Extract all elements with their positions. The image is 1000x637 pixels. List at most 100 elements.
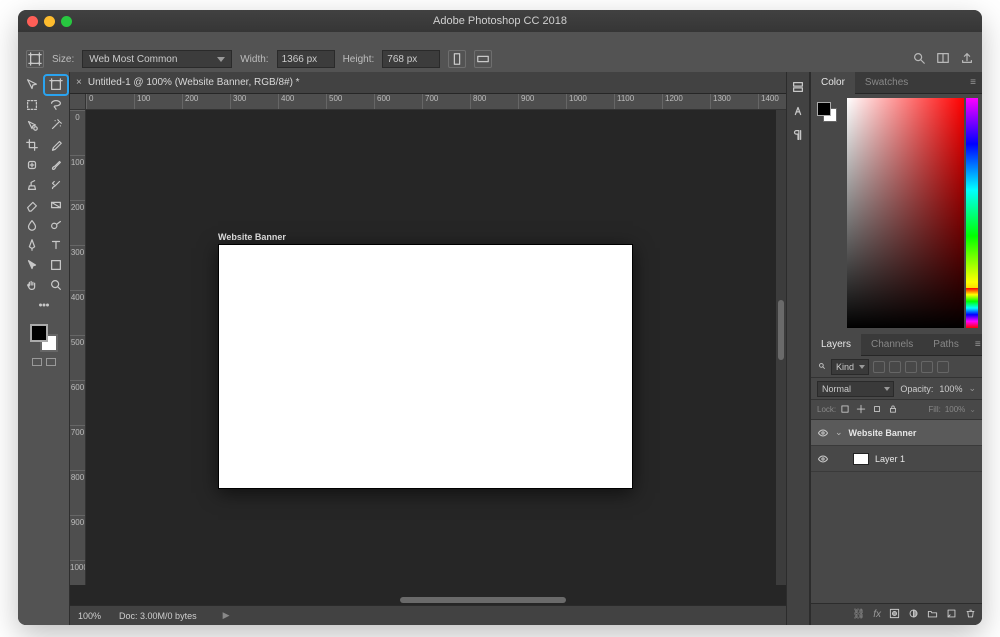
ruler-horizontal[interactable]: 0100200300400500600700800900100011001200…: [86, 94, 786, 110]
delete-layer-icon[interactable]: [965, 608, 976, 622]
status-bar-menu-icon[interactable]: ▶: [223, 610, 230, 621]
adjustment-layer-icon[interactable]: [908, 608, 919, 622]
tab-paths[interactable]: Paths: [923, 334, 969, 356]
width-input[interactable]: 1366 px: [277, 50, 335, 68]
history-panel-icon[interactable]: [789, 78, 807, 96]
color-panel-menu-icon[interactable]: ≡: [964, 72, 982, 94]
pen-tool-icon[interactable]: [21, 236, 43, 254]
zoom-readout[interactable]: 100%: [78, 611, 101, 621]
artboard-tool-icon[interactable]: [45, 76, 67, 94]
artboard-label[interactable]: Website Banner: [218, 232, 286, 242]
clone-stamp-tool-icon[interactable]: [21, 176, 43, 194]
filter-adjust-icon[interactable]: [889, 361, 901, 373]
close-tab-icon[interactable]: ×: [76, 77, 82, 88]
layer-filter-kind-select[interactable]: Kind: [831, 359, 869, 375]
orientation-landscape-icon[interactable]: [474, 50, 492, 68]
opacity-value[interactable]: 100%: [939, 384, 962, 394]
eyedropper-tool-icon[interactable]: [45, 136, 67, 154]
visibility-eye-icon[interactable]: [817, 453, 829, 465]
artboard-canvas[interactable]: [218, 244, 633, 489]
tab-layers[interactable]: Layers: [811, 334, 861, 356]
dodge-tool-icon[interactable]: [45, 216, 67, 234]
artboard-preset-select[interactable]: Web Most Common: [82, 50, 232, 68]
brush-tool-icon[interactable]: [45, 156, 67, 174]
layer-row[interactable]: Layer 1: [811, 446, 982, 472]
screen-mode-icon[interactable]: [46, 358, 56, 366]
height-input[interactable]: 768 px: [382, 50, 440, 68]
canvas-viewport[interactable]: Website Banner: [86, 110, 776, 585]
character-panel-icon[interactable]: [789, 102, 807, 120]
disclosure-chevron-icon[interactable]: ⌄: [835, 427, 843, 438]
path-select-tool-icon[interactable]: [21, 256, 43, 274]
filter-search-icon[interactable]: [817, 361, 827, 373]
quick-mask-icon[interactable]: [32, 358, 42, 366]
eraser-tool-icon[interactable]: [21, 196, 43, 214]
share-icon[interactable]: [960, 51, 974, 68]
move-tool-icon[interactable]: [21, 76, 43, 94]
tab-swatches[interactable]: Swatches: [855, 72, 918, 94]
fill-value[interactable]: 100%: [945, 405, 965, 414]
layer-thumbnail[interactable]: [853, 453, 869, 465]
filter-type-icon[interactable]: [905, 361, 917, 373]
layers-panel-menu-icon[interactable]: ≡: [969, 334, 982, 356]
crop-tool-icon[interactable]: [21, 136, 43, 154]
layer-row[interactable]: ⌄Website Banner: [811, 420, 982, 446]
shape-tool-icon[interactable]: [45, 256, 67, 274]
fill-chevron-icon[interactable]: ⌄: [969, 405, 976, 414]
document-tab[interactable]: Untitled-1 @ 100% (Website Banner, RGB/8…: [88, 77, 300, 88]
height-label: Height:: [343, 54, 375, 65]
color-panel-swatches[interactable]: [817, 102, 837, 122]
history-brush-tool-icon[interactable]: [45, 176, 67, 194]
ruler-origin[interactable]: [70, 94, 86, 110]
gradient-tool-icon[interactable]: [45, 196, 67, 214]
workspace-icon[interactable]: [936, 51, 950, 68]
new-group-icon[interactable]: [927, 608, 938, 622]
magic-wand-tool-icon[interactable]: [45, 116, 67, 134]
spot-heal-tool-icon[interactable]: [21, 156, 43, 174]
filter-smart-icon[interactable]: [937, 361, 949, 373]
marquee-tool-icon[interactable]: [21, 96, 43, 114]
artboard-tool-icon[interactable]: [26, 50, 44, 68]
orientation-portrait-icon[interactable]: [448, 50, 466, 68]
zoom-window-icon[interactable]: [61, 16, 72, 27]
paragraph-panel-icon[interactable]: [789, 126, 807, 144]
ruler-tick: 500: [326, 94, 374, 109]
tab-color[interactable]: Color: [811, 72, 855, 94]
blend-mode-select[interactable]: Normal: [817, 381, 894, 397]
link-layers-icon[interactable]: ⛓: [853, 609, 866, 620]
filter-shape-icon[interactable]: [921, 361, 933, 373]
hue-ramp[interactable]: [966, 288, 978, 328]
doc-info-readout[interactable]: Doc: 3.00M/0 bytes: [119, 611, 197, 621]
zoom-tool-icon[interactable]: [45, 276, 67, 294]
lasso-tool-icon[interactable]: [45, 96, 67, 114]
type-tool-icon[interactable]: [45, 236, 67, 254]
quick-mask-and-screen-mode[interactable]: [20, 358, 67, 366]
quick-select-tool-icon[interactable]: [21, 116, 43, 134]
ruler-vertical[interactable]: 0100200300400500600700800900100011001200…: [70, 110, 86, 585]
opacity-chevron-icon[interactable]: ⌄: [968, 383, 976, 394]
blur-tool-icon[interactable]: [21, 216, 43, 234]
hand-tool-icon[interactable]: [21, 276, 43, 294]
ruler-tick: 1400: [758, 94, 786, 109]
new-layer-icon[interactable]: [946, 608, 957, 622]
menubar[interactable]: [18, 32, 982, 46]
minimize-window-icon[interactable]: [44, 16, 55, 27]
tab-channels[interactable]: Channels: [861, 334, 923, 356]
foreground-background-colors[interactable]: [30, 324, 58, 352]
foreground-color-swatch[interactable]: [30, 324, 48, 342]
add-mask-icon[interactable]: [889, 608, 900, 622]
lock-all-icon[interactable]: [888, 404, 900, 416]
lock-pixels-icon[interactable]: [840, 404, 852, 416]
lock-position-icon[interactable]: [856, 404, 868, 416]
color-field[interactable]: [847, 98, 964, 328]
lock-artboard-icon[interactable]: [872, 404, 884, 416]
close-window-icon[interactable]: [27, 16, 38, 27]
horizontal-scrollbar-thumb[interactable]: [400, 597, 566, 603]
filter-pixel-icon[interactable]: [873, 361, 885, 373]
document-area: × Untitled-1 @ 100% (Website Banner, RGB…: [70, 72, 786, 625]
vertical-scrollbar[interactable]: [776, 110, 786, 585]
search-icon[interactable]: [912, 51, 926, 68]
layer-fx-icon[interactable]: fx: [873, 609, 881, 620]
visibility-eye-icon[interactable]: [817, 427, 829, 439]
edit-toolbar-icon[interactable]: [33, 296, 55, 314]
